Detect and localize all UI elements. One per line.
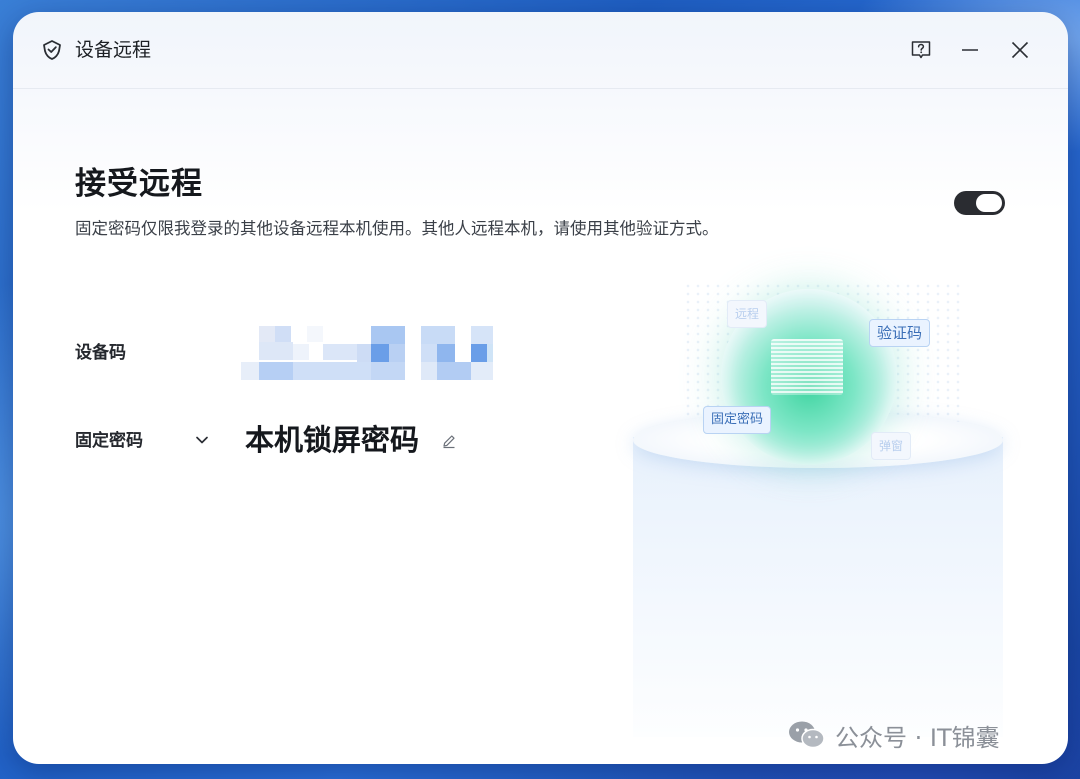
- help-button[interactable]: [905, 34, 937, 66]
- password-value: 本机锁屏密码: [245, 423, 420, 457]
- section-description: 固定密码仅限我登录的其他设备远程本机使用。其他人远程本机，请使用其他验证方式。: [75, 219, 719, 238]
- wechat-icon: [789, 721, 825, 749]
- window-title: 设备远程: [75, 39, 152, 61]
- device-code-label: 设备码: [75, 343, 126, 363]
- edit-icon[interactable]: [441, 433, 457, 449]
- close-button[interactable]: [1004, 34, 1036, 66]
- minimize-button[interactable]: [954, 34, 986, 66]
- chip-fixed-password: 固定密码: [703, 406, 772, 434]
- close-icon: [1011, 41, 1029, 59]
- remote-device-window: 设备远程 接受远程 固定密码仅限我登录的其他设备远程本机使用。其他人远程本机，请…: [13, 12, 1068, 764]
- chip-remote: 远程: [727, 300, 768, 328]
- pedestal: [633, 437, 1003, 737]
- title-bar: 设备远程: [13, 12, 1068, 89]
- chip-verify-code: 验证码: [869, 319, 931, 347]
- help-bubble-icon: [911, 41, 931, 59]
- password-mode-label: 固定密码: [75, 431, 143, 451]
- accept-remote-toggle[interactable]: [954, 191, 1005, 215]
- remote-illustration: 远程 验证码 固定密码 弹窗: [623, 252, 1023, 737]
- minimize-icon: [962, 49, 978, 51]
- watermark-text: 公众号 · IT锦囊: [835, 723, 1000, 752]
- password-mode-dropdown[interactable]: [191, 429, 213, 451]
- screen-icon: [771, 339, 843, 395]
- toggle-knob: [976, 194, 1002, 212]
- chip-popup: 弹窗: [871, 432, 912, 460]
- watermark: 公众号 · IT锦囊: [787, 718, 1000, 752]
- device-code-obscured: [241, 326, 493, 380]
- shield-check-icon: [43, 40, 61, 60]
- chevron-down-icon: [196, 436, 208, 444]
- section-title: 接受远程: [75, 166, 203, 202]
